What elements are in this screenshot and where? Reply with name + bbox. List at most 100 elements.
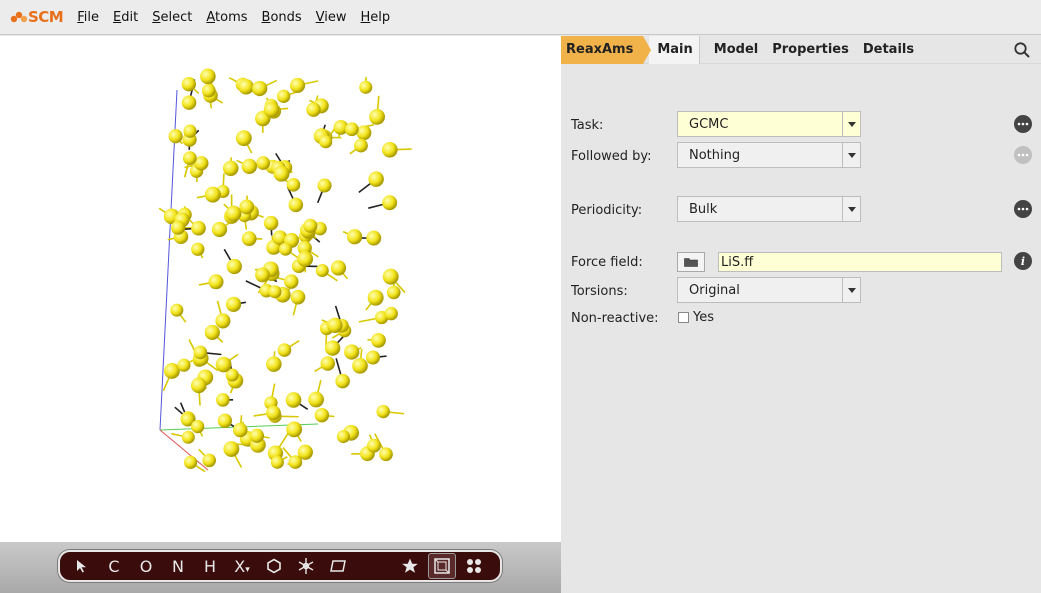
sulfur-atom[interactable] <box>317 178 332 193</box>
sulfur-atom[interactable] <box>168 129 183 144</box>
sulfur-atom[interactable] <box>384 306 398 321</box>
sulfur-atom[interactable] <box>320 356 335 371</box>
sulfur-atom[interactable] <box>319 135 333 149</box>
sulfur-atom[interactable] <box>314 407 330 423</box>
sulfur-atom[interactable] <box>181 77 196 92</box>
sulfur-atom[interactable] <box>346 229 363 245</box>
sulfur-atom[interactable] <box>297 444 313 460</box>
menu-edit[interactable]: Edit <box>113 10 138 25</box>
sulfur-atom[interactable] <box>278 242 293 256</box>
unit-cell-button[interactable] <box>428 553 456 579</box>
sulfur-atom[interactable] <box>255 267 270 283</box>
tab-properties[interactable]: Properties <box>772 42 849 57</box>
sulfur-atom[interactable] <box>352 358 368 374</box>
sulfur-atom[interactable] <box>290 289 306 305</box>
sulfur-atom[interactable] <box>238 78 254 95</box>
sulfur-atom[interactable] <box>181 95 197 110</box>
torsions-dropdown[interactable]: Original <box>677 277 861 303</box>
element-c-button[interactable]: C <box>100 553 128 579</box>
sulfur-atom[interactable] <box>215 356 232 373</box>
sulfur-atom[interactable] <box>201 83 216 98</box>
sulfur-atom[interactable] <box>200 68 216 85</box>
sulfur-atom[interactable] <box>241 231 257 247</box>
sulfur-atom[interactable] <box>252 80 268 97</box>
sulfur-atom[interactable] <box>365 350 380 365</box>
sulfur-atom[interactable] <box>177 358 191 372</box>
sulfur-atom[interactable] <box>379 447 393 462</box>
sulfur-atom[interactable] <box>382 268 399 285</box>
sulfur-atom[interactable] <box>354 138 368 153</box>
menu-help[interactable]: Help <box>361 10 391 25</box>
sulfur-atom[interactable] <box>170 303 184 317</box>
sulfur-atom[interactable] <box>191 419 205 434</box>
tab-model[interactable]: Model <box>714 42 758 57</box>
sulfur-atom[interactable] <box>223 441 240 457</box>
non-reactive-checkbox-label[interactable]: Yes <box>693 310 714 325</box>
sulfur-atom[interactable] <box>204 186 221 203</box>
browse-force-field-button[interactable] <box>677 252 705 272</box>
sulfur-atom[interactable] <box>266 405 281 421</box>
sulfur-atom[interactable] <box>211 221 228 238</box>
task-dropdown[interactable]: GCMC <box>677 111 861 137</box>
menu-bonds[interactable]: Bonds <box>262 10 302 25</box>
sulfur-atom[interactable] <box>182 151 197 165</box>
sulfur-atom[interactable] <box>308 391 324 408</box>
sulfur-atom[interactable] <box>359 80 373 94</box>
sulfur-atom[interactable] <box>191 242 205 256</box>
force-field-info-icon[interactable]: i <box>1014 252 1032 270</box>
sulfur-atom[interactable] <box>225 205 242 222</box>
sulfur-atom[interactable] <box>268 285 282 299</box>
sulfur-atom[interactable] <box>356 125 372 141</box>
sulfur-atom[interactable] <box>284 274 299 289</box>
sulfur-atom[interactable] <box>215 313 231 329</box>
hexagon-tool-button[interactable] <box>260 553 288 579</box>
sulfur-atom[interactable] <box>208 274 224 290</box>
tab-main[interactable]: Main <box>649 35 700 64</box>
element-n-button[interactable]: N <box>164 553 192 579</box>
sulfur-atom[interactable] <box>263 215 279 231</box>
sulfur-atom[interactable] <box>285 392 302 408</box>
sulfur-atom[interactable] <box>171 220 186 235</box>
molecule-viewer[interactable]: C O N H X ▾ <box>0 36 561 593</box>
non-reactive-checkbox[interactable] <box>678 312 689 323</box>
sulfur-atom[interactable] <box>288 197 304 213</box>
sulfur-atom[interactable] <box>225 296 242 312</box>
sulfur-atom[interactable] <box>366 438 382 453</box>
sulfur-atom[interactable] <box>286 421 303 438</box>
sulfur-atom[interactable] <box>193 345 208 360</box>
sulfur-atom[interactable] <box>371 333 386 348</box>
sulfur-atom[interactable] <box>222 160 239 177</box>
sulfur-atom[interactable] <box>241 158 258 175</box>
sulfur-atom[interactable] <box>202 453 216 468</box>
force-field-input[interactable]: LiS.ff <box>718 252 1002 272</box>
sulfur-atom[interactable] <box>235 130 252 147</box>
snowflake-tool-button[interactable] <box>292 553 320 579</box>
periodicity-dropdown[interactable]: Bulk <box>677 196 861 222</box>
sulfur-atom[interactable] <box>183 124 197 138</box>
sulfur-atom[interactable] <box>386 285 401 300</box>
sulfur-atom[interactable] <box>226 258 242 275</box>
sulfur-atom[interactable] <box>324 340 341 356</box>
sulfur-atom[interactable] <box>335 373 350 389</box>
molecules-button[interactable] <box>460 553 488 579</box>
sulfur-atom[interactable] <box>382 141 398 158</box>
tab-details[interactable]: Details <box>863 42 914 57</box>
breadcrumb-reaxams[interactable]: ReaxAms <box>561 35 652 64</box>
menu-file[interactable]: File <box>77 10 99 25</box>
sulfur-atom[interactable] <box>315 264 329 278</box>
sulfur-atom[interactable] <box>276 89 291 104</box>
followed-by-dropdown[interactable]: Nothing <box>677 142 861 168</box>
sulfur-atom[interactable] <box>216 393 230 407</box>
sulfur-atom[interactable] <box>217 413 233 428</box>
sulfur-atom[interactable] <box>344 344 360 360</box>
task-more-button[interactable] <box>1014 115 1032 133</box>
element-x-button[interactable]: X ▾ <box>228 553 256 579</box>
sulfur-atom[interactable] <box>376 404 390 419</box>
sulfur-atom[interactable] <box>232 422 248 438</box>
sulfur-atom[interactable] <box>327 317 343 333</box>
sulfur-atom[interactable] <box>286 178 301 192</box>
sulfur-atom[interactable] <box>368 171 384 187</box>
sulfur-atom[interactable] <box>190 377 207 394</box>
pointer-tool-button[interactable] <box>68 553 96 579</box>
followed-by-more-button[interactable] <box>1014 146 1032 164</box>
